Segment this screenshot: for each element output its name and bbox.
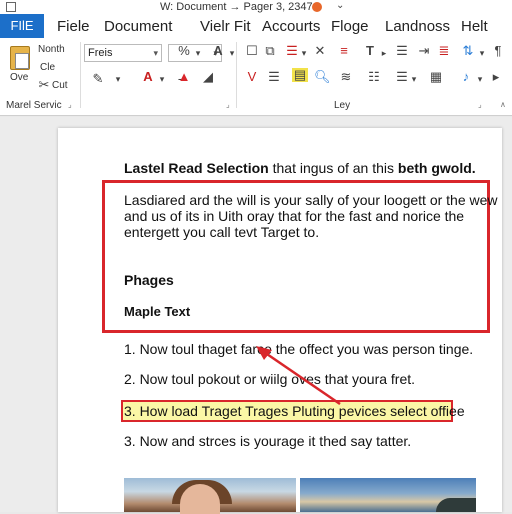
photo-seascape-image[interactable] [300, 478, 476, 512]
annotation-arrow [256, 346, 341, 406]
photo-portrait-image[interactable] [124, 478, 296, 514]
photo-headland [436, 498, 476, 512]
